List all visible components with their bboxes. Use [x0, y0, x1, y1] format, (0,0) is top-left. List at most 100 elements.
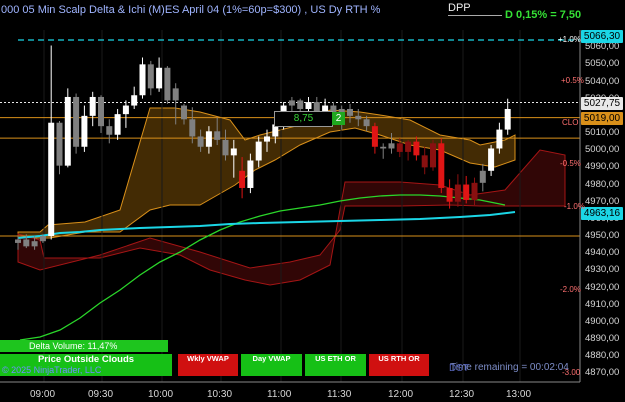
candle-body [156, 67, 163, 89]
candle-body [23, 239, 30, 247]
candle [98, 95, 104, 134]
time-tick: 12:00 [388, 389, 414, 400]
candle-body [48, 122, 55, 237]
candle-body [98, 96, 104, 127]
us-rth-or-button[interactable]: US RTH OR [369, 354, 429, 376]
candle [81, 105, 88, 152]
percent-label: -2.0% [560, 285, 581, 294]
time-tick: 10:30 [207, 389, 233, 400]
copyright: © 2025 NinjaTrader, LLC [2, 365, 102, 375]
candle [405, 139, 412, 161]
price-axis-marker: 5019,00 [581, 111, 623, 125]
dpp-label: DPP [448, 2, 471, 14]
price-tick: 4980,00 [585, 178, 620, 190]
grid-layer [43, 30, 521, 382]
us-eth-or-button[interactable]: US ETH OR [305, 354, 366, 376]
candle [164, 66, 171, 104]
candle-body [222, 139, 229, 156]
candle-body [405, 141, 412, 152]
time-tick: 12:30 [449, 389, 475, 400]
candle-body [446, 187, 453, 202]
candle-body [81, 115, 88, 147]
candle-body [347, 108, 353, 116]
candle [48, 45, 55, 240]
candle-body [255, 141, 262, 161]
candle-body [56, 122, 63, 166]
price-tick: 4920,00 [585, 281, 620, 293]
candle-body [139, 64, 146, 96]
dpp-panel[interactable]: DPP [448, 2, 502, 16]
candle-body [172, 88, 179, 101]
candle [156, 57, 163, 92]
price-tick: 4970,00 [585, 195, 620, 207]
candle-body [73, 96, 80, 147]
candle-body [463, 184, 470, 200]
candle-body [131, 95, 138, 106]
time-tick: 11:30 [327, 389, 352, 400]
price-marker-count: 2 [332, 112, 345, 125]
candle [106, 119, 113, 144]
day-vwap-button[interactable]: Day VWAP [241, 354, 302, 376]
candle-body [438, 143, 445, 188]
price-tick: 5060,00 [585, 41, 620, 53]
candle-body [488, 148, 495, 171]
candle-body [205, 131, 212, 147]
price-marker-value: 8,75 [274, 111, 333, 127]
price-tick: 4930,00 [585, 264, 620, 276]
candle [73, 93, 80, 154]
candle-body [388, 143, 395, 149]
candle-body [504, 108, 511, 130]
delta-volume-bar: Delta Volume: 11,47% [0, 340, 168, 352]
candle-body [430, 143, 436, 168]
time-tick: 10:00 [148, 389, 174, 400]
candle-body [297, 100, 304, 109]
price-tick: 5000,00 [585, 144, 620, 156]
candle-body [413, 141, 420, 156]
candle-body [164, 67, 171, 101]
candle-body [31, 241, 38, 247]
candle-body [305, 102, 312, 109]
price-tick: 5050,00 [585, 58, 620, 70]
percent-label: -0.5% [560, 159, 581, 168]
candle [131, 86, 138, 109]
candle-body [181, 105, 187, 120]
time-tick: 09:00 [30, 389, 56, 400]
candle [380, 143, 387, 159]
price-axis-marker: 5027,75 [581, 96, 623, 110]
candle [504, 98, 511, 135]
candle [122, 100, 129, 128]
candle [114, 108, 121, 140]
candle-body [288, 100, 295, 106]
price-tick: 4990,00 [585, 161, 620, 173]
price-tick: 4940,00 [585, 247, 620, 259]
price-axis-marker: 4963,16 [581, 207, 623, 221]
candle [479, 163, 486, 192]
candle-body [471, 182, 478, 200]
time-tick: 09:30 [88, 389, 114, 400]
candle-body [239, 170, 246, 188]
price-tick: 4910,00 [585, 298, 620, 310]
candle-body [39, 236, 46, 242]
price-axis-marker: 5066,30 [581, 30, 623, 44]
price-tick: 4950,00 [585, 230, 620, 242]
candle-body [363, 119, 370, 127]
candle-body [89, 96, 96, 116]
wkly-vwap-button[interactable]: Wkly VWAP [178, 354, 238, 376]
candle-body [147, 64, 154, 89]
candle [89, 91, 96, 127]
candle [430, 139, 436, 171]
candle-body [355, 115, 362, 120]
price-tick: 4870,00 [585, 367, 620, 379]
percent-label: +1.0% [558, 35, 581, 44]
candle-body [371, 126, 378, 147]
dst-label: DST [449, 363, 469, 374]
candle-body [214, 131, 221, 140]
candle-body [247, 160, 254, 188]
time-tick: 13:00 [506, 389, 532, 400]
candle-body [264, 136, 270, 142]
price-tick: 5010,00 [585, 127, 620, 139]
candle-body [197, 136, 204, 147]
price-tick: 4900,00 [585, 315, 620, 327]
candle-body [189, 119, 196, 137]
price-tick: 4890,00 [585, 333, 620, 345]
